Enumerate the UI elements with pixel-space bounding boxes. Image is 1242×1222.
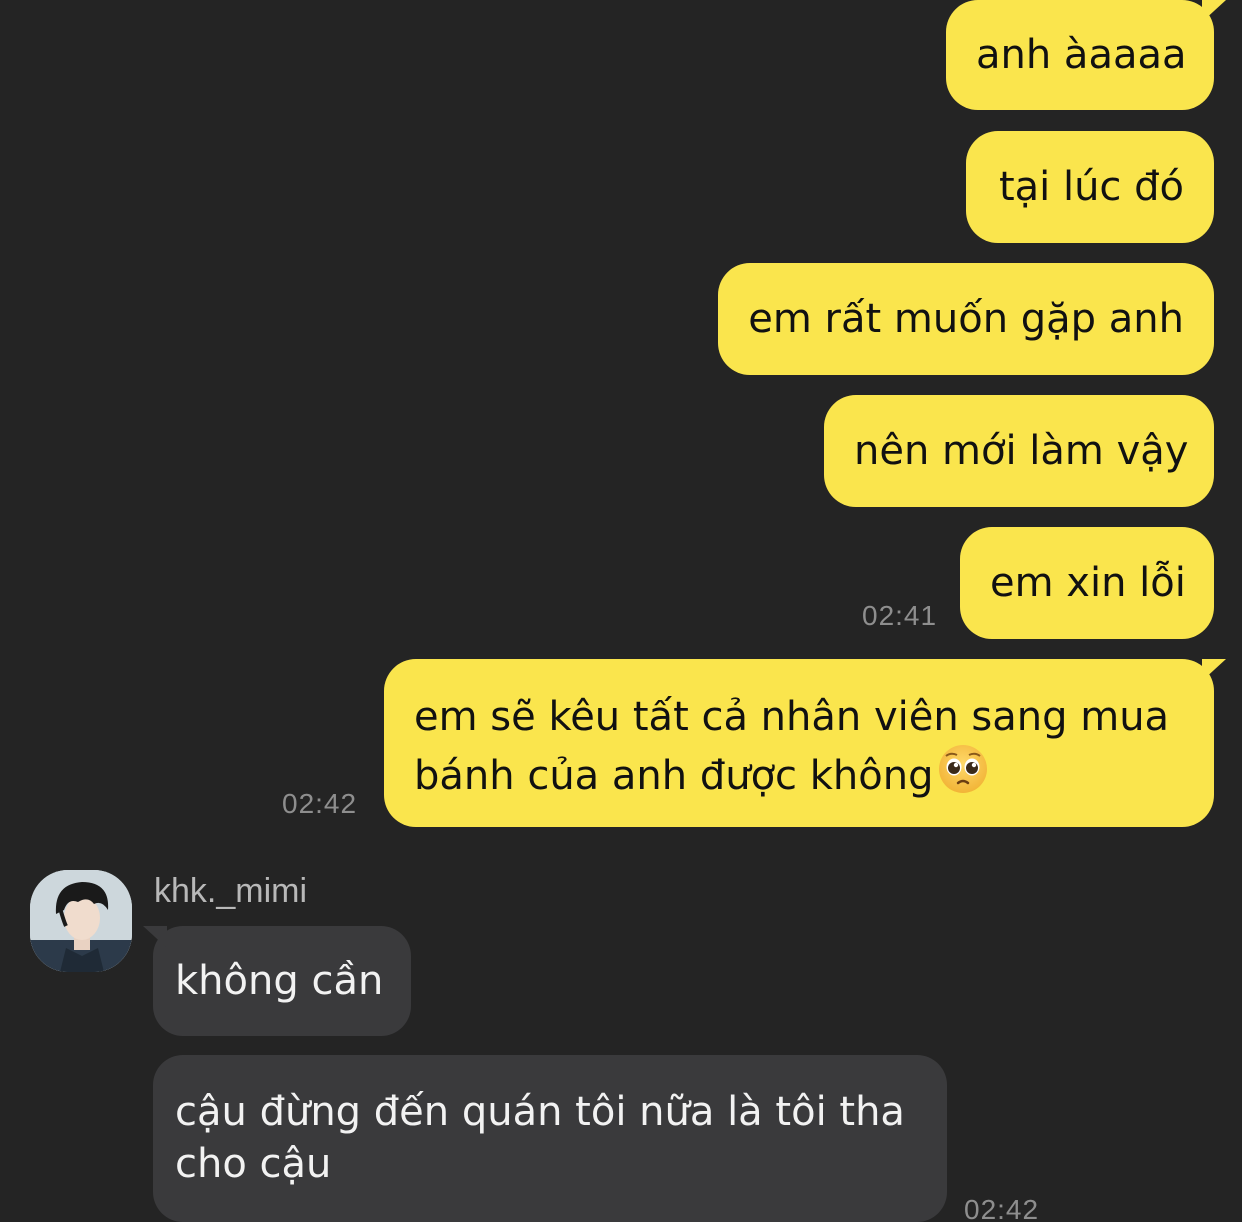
message-timestamp: 02:42: [282, 788, 358, 819]
message-text: tại lúc đó: [998, 164, 1184, 210]
message-text: không cần: [175, 958, 384, 1004]
message-text: anh àaaaa: [976, 32, 1187, 78]
message-text: em xin lỗi: [990, 560, 1186, 606]
outgoing-message[interactable]: anh àaaaa: [946, 0, 1226, 110]
message-text-line: em sẽ kêu tất cả nhân viên sang mua: [414, 694, 1170, 740]
outgoing-message[interactable]: nên mới làm vậy: [824, 395, 1214, 507]
chat-thread: anh àaaaa tại lúc đó em rất muốn gặp anh…: [0, 0, 1242, 1222]
outgoing-message[interactable]: tại lúc đó: [966, 131, 1214, 243]
sender-name: khk._mimi: [154, 872, 308, 910]
outgoing-message[interactable]: em sẽ kêu tất cả nhân viên sang mua bánh…: [384, 659, 1226, 827]
outgoing-message[interactable]: em rất muốn gặp anh: [718, 263, 1214, 375]
incoming-message[interactable]: không cần: [143, 926, 411, 1036]
incoming-message[interactable]: cậu đừng đến quán tôi nữa là tôi tha cho…: [153, 1055, 947, 1222]
outgoing-message[interactable]: em xin lỗi: [960, 527, 1214, 639]
message-timestamp: 02:41: [862, 600, 938, 631]
message-timestamp: 02:42: [964, 1194, 1040, 1222]
message-text-line-2: cho cậu: [175, 1141, 332, 1187]
message-text: nên mới làm vậy: [854, 428, 1189, 474]
message-text-line-2: bánh của anh được không: [414, 743, 1184, 808]
message-text: em rất muốn gặp anh: [748, 296, 1184, 342]
profile-photo: [30, 870, 132, 972]
message-text-line: cậu đừng đến quán tôi nữa là tôi tha: [175, 1089, 905, 1135]
pleading-face-emoji: [937, 743, 989, 808]
avatar[interactable]: [30, 870, 132, 972]
